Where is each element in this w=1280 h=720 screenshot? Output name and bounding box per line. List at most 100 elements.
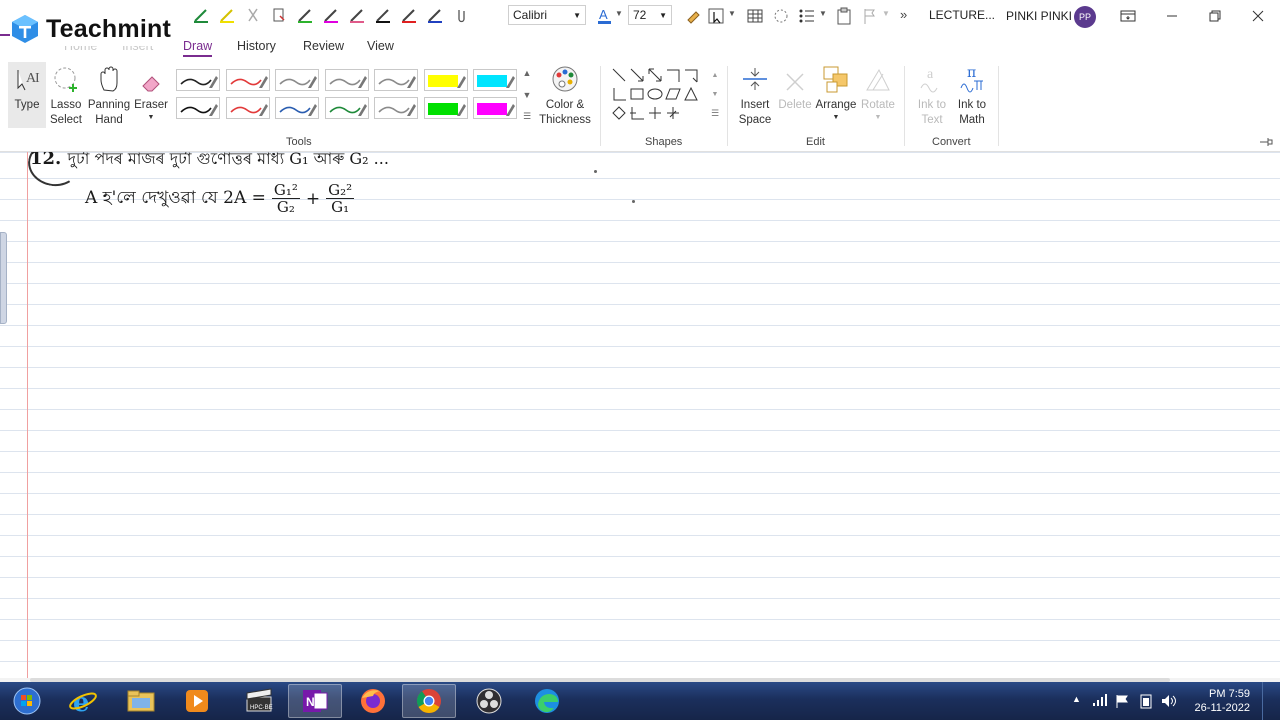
pen-magenta-icon[interactable] bbox=[320, 4, 342, 26]
highlighter-7[interactable] bbox=[473, 69, 517, 91]
font-color-dropdown-icon[interactable]: ▼ bbox=[615, 9, 623, 18]
note-canvas[interactable]: 12. দুটা পদৰ মাজৰ দুটা গুণোত্তৰ মাধ্য G₁… bbox=[0, 152, 1280, 682]
color-thickness-button[interactable]: Color & Thickness bbox=[538, 62, 592, 128]
volume-icon[interactable] bbox=[1160, 693, 1178, 712]
pen-2[interactable] bbox=[225, 69, 270, 91]
graph-3-shape-icon[interactable] bbox=[664, 104, 682, 122]
ellipse-shape-icon[interactable] bbox=[646, 85, 664, 103]
insert-space-button[interactable]: Insert Space bbox=[735, 62, 775, 128]
action-center-flag-icon[interactable] bbox=[1114, 693, 1130, 712]
pens-gallery-scroll[interactable]: ▲ ▼ ☰ bbox=[520, 68, 534, 122]
highlighter-14[interactable] bbox=[473, 97, 517, 119]
minimize-icon[interactable] bbox=[1160, 5, 1184, 27]
flag-tag-icon[interactable] bbox=[860, 6, 880, 26]
gallery-more-icon[interactable]: ☰ bbox=[706, 104, 724, 122]
lasso-select-button[interactable]: Lasso Select bbox=[48, 62, 84, 128]
restore-icon[interactable] bbox=[1203, 5, 1227, 27]
pen-10[interactable] bbox=[275, 97, 319, 119]
pen-pink-icon[interactable] bbox=[346, 4, 368, 26]
firefox-button[interactable] bbox=[346, 684, 400, 718]
chrome-button[interactable] bbox=[402, 684, 456, 718]
edge-button[interactable] bbox=[520, 684, 574, 718]
arrow-shape-icon[interactable] bbox=[628, 66, 646, 84]
rotate-button[interactable]: Rotate ▼ bbox=[858, 62, 898, 123]
taskbar-clock[interactable]: PM 7:59 26-11-2022 bbox=[1194, 687, 1250, 715]
highlighter-yellow-icon[interactable] bbox=[216, 4, 238, 26]
pen-9[interactable] bbox=[225, 97, 270, 119]
cut-icon[interactable] bbox=[242, 4, 264, 26]
hidden-icons-arrow[interactable]: ▲ bbox=[1072, 694, 1081, 704]
double-arrow-shape-icon[interactable] bbox=[646, 66, 664, 84]
font-size-select[interactable]: 72 ▼ bbox=[628, 5, 672, 25]
close-icon[interactable] bbox=[1246, 5, 1270, 27]
font-name-select[interactable]: Calibri ▼ bbox=[508, 5, 586, 25]
chevron-down-icon[interactable]: ▼ bbox=[882, 9, 890, 18]
pen-1[interactable] bbox=[176, 69, 220, 91]
video-editor-button[interactable]: HPC·BE bbox=[232, 684, 286, 718]
axis-3-shape-icon[interactable] bbox=[610, 85, 628, 103]
network-signal-icon[interactable] bbox=[1092, 693, 1108, 710]
pen-11[interactable] bbox=[324, 97, 369, 119]
tab-review[interactable]: Review bbox=[303, 39, 344, 53]
battery-power-icon[interactable] bbox=[1138, 693, 1154, 712]
rotate-dropdown-icon[interactable]: ▼ bbox=[858, 113, 898, 123]
ink-to-math-button[interactable]: π Ink to Math bbox=[952, 62, 992, 128]
pen-12[interactable] bbox=[374, 97, 418, 119]
chevron-up-icon[interactable]: ▲ bbox=[523, 68, 532, 78]
highlighter-6[interactable] bbox=[423, 69, 468, 91]
axis-2-shape-icon[interactable] bbox=[682, 66, 700, 84]
pen-black-icon[interactable] bbox=[372, 4, 394, 26]
cursor-select-icon[interactable] bbox=[706, 6, 726, 26]
page-side-handle[interactable] bbox=[0, 232, 7, 324]
attach-file-icon[interactable] bbox=[450, 4, 472, 26]
tab-view[interactable]: View bbox=[367, 39, 394, 53]
pen-red-icon[interactable] bbox=[398, 4, 420, 26]
lasso-icon[interactable] bbox=[771, 6, 791, 26]
arrange-dropdown-icon[interactable]: ▼ bbox=[815, 113, 857, 123]
paste-icon[interactable] bbox=[834, 6, 854, 26]
eraser-button[interactable]: Eraser ▼ bbox=[134, 62, 168, 123]
diamond-shape-icon[interactable] bbox=[610, 104, 628, 122]
start-button[interactable] bbox=[0, 684, 54, 718]
avatar[interactable]: PP bbox=[1074, 6, 1096, 28]
gallery-more-icon[interactable]: ☰ bbox=[523, 111, 531, 122]
pen-4[interactable] bbox=[324, 69, 369, 91]
media-player-button[interactable] bbox=[170, 684, 224, 718]
pen-5[interactable] bbox=[374, 69, 418, 91]
more-commands-button[interactable]: » bbox=[900, 7, 907, 22]
ink-to-text-button[interactable]: a Ink to Text bbox=[912, 62, 952, 128]
pen-green-2-icon[interactable] bbox=[294, 4, 316, 26]
highlighter-13[interactable] bbox=[423, 97, 468, 119]
line-shape-icon[interactable] bbox=[610, 66, 628, 84]
copy-format-icon[interactable] bbox=[268, 4, 290, 26]
graph-1-shape-icon[interactable] bbox=[628, 104, 646, 122]
pen-3[interactable] bbox=[275, 69, 319, 91]
ribbon-display-options-icon[interactable] bbox=[1116, 5, 1140, 27]
rectangle-shape-icon[interactable] bbox=[628, 85, 646, 103]
chevron-down-icon[interactable]: ▼ bbox=[728, 9, 736, 18]
tab-history[interactable]: History bbox=[237, 39, 276, 53]
panning-hand-button[interactable]: Panning Hand bbox=[86, 62, 132, 128]
pen-green-icon[interactable] bbox=[190, 4, 212, 26]
chevron-down-icon[interactable]: ▼ bbox=[706, 85, 724, 103]
table-icon[interactable] bbox=[745, 6, 765, 26]
font-color-icon[interactable]: A bbox=[596, 6, 614, 26]
tab-draw[interactable]: Draw bbox=[183, 39, 213, 57]
format-painter-icon[interactable] bbox=[684, 6, 704, 26]
onenote-button[interactable]: N bbox=[288, 684, 342, 718]
chevron-up-icon[interactable]: ▲ bbox=[706, 66, 724, 84]
arrange-button[interactable]: Arrange ▼ bbox=[815, 62, 857, 123]
triangle-shape-icon[interactable] bbox=[682, 85, 700, 103]
pen-blue-icon[interactable] bbox=[424, 4, 446, 26]
obs-button[interactable] bbox=[462, 684, 516, 718]
parallelogram-shape-icon[interactable] bbox=[664, 85, 682, 103]
pen-8[interactable] bbox=[176, 97, 220, 119]
axis-shape-icon[interactable] bbox=[664, 66, 682, 84]
graph-2-shape-icon[interactable] bbox=[646, 104, 664, 122]
delete-button[interactable]: Delete bbox=[776, 62, 814, 113]
bullets-list-icon[interactable] bbox=[797, 6, 817, 26]
type-button[interactable]: AI Type bbox=[8, 62, 46, 128]
file-explorer-button[interactable] bbox=[114, 684, 168, 718]
user-name[interactable]: PINKI PINKI bbox=[1006, 9, 1072, 23]
show-desktop-button[interactable] bbox=[1262, 682, 1280, 720]
